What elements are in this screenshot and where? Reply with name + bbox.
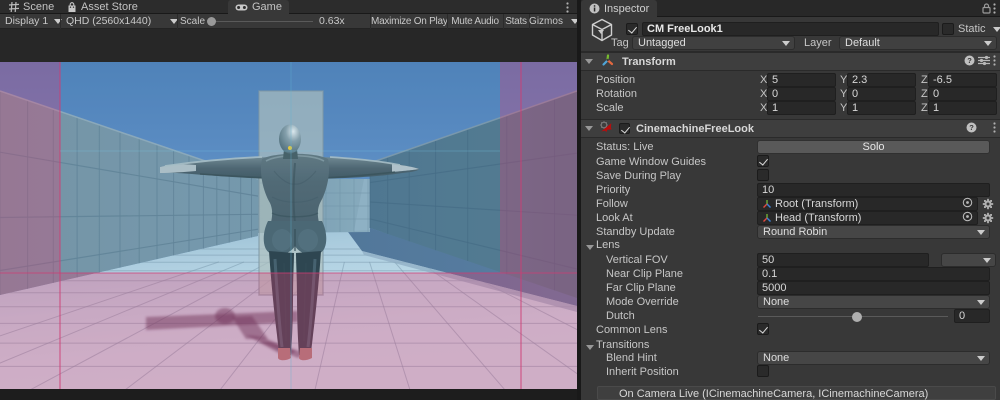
svg-text:?: ?	[969, 123, 974, 132]
svg-text:?: ?	[967, 56, 972, 65]
